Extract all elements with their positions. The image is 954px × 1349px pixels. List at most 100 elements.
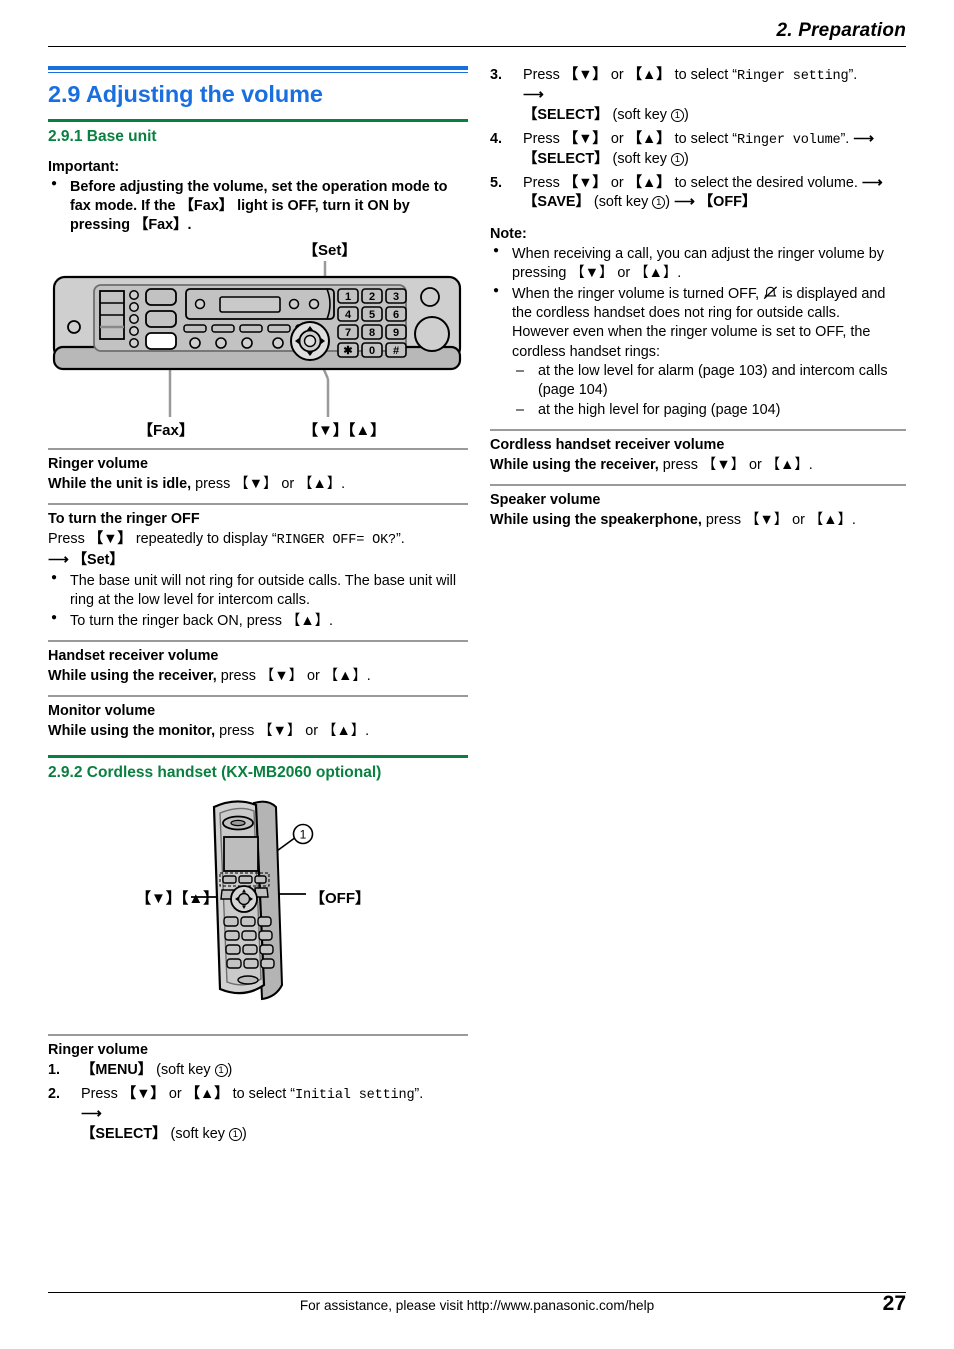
list-item: When receiving a call, you can adjust th… [490, 244, 906, 283]
press-middle: repeatedly to display “ [131, 531, 277, 548]
key-label: 【▼】 [121, 1085, 165, 1102]
arrow-set-line: ⟶ 【Set】 [48, 551, 124, 568]
ringer-off-icon [763, 286, 778, 300]
step-text: to select “ [670, 130, 738, 147]
right-column: Press 【▼】 or 【▲】 to select “Ringer setti… [490, 66, 906, 531]
section-divider [48, 695, 468, 698]
svg-text:8: 8 [369, 327, 375, 339]
key-label: 【▲】 [627, 67, 671, 83]
list-item: at the low level for alarm (page 103) an… [512, 362, 906, 400]
step-text: ”. [840, 130, 854, 147]
step-text: or [606, 130, 628, 147]
right-section-speaker-volume: Speaker volume While using the speakerph… [490, 484, 906, 530]
body-bold-lead: While using the speakerphone, [490, 512, 702, 529]
step-text: or [164, 1085, 186, 1102]
handset-ringer-steps: 【MENU】 (soft key 1) Press 【▼】 or 【▲】 to s… [48, 1061, 468, 1144]
key-label: 【MENU】 [81, 1062, 153, 1079]
section-heading: To turn the ringer OFF [48, 511, 200, 528]
step-text: (soft key [608, 151, 671, 168]
callout-label-off: 【OFF】 [310, 890, 370, 908]
list-item: To turn the ringer back ON, press 【▲】. [48, 611, 468, 631]
handset-ringer-volume-section: Ringer volume 【MENU】 (soft key 1) Press 【… [48, 1034, 468, 1144]
base-unit-figure: 【Set】 【Fax】 【▼】【▲】 1 2 3 4 5 6 7 8 9 ✱ 0… [48, 239, 468, 439]
step-text: ) [683, 107, 689, 124]
base-section-ringer-volume: Ringer volume While the unit is idle, pr… [48, 448, 468, 494]
body-rest: press 【▼】 or 【▲】. [701, 512, 856, 529]
section-divider [48, 1034, 468, 1037]
base-section-monitor-volume: Monitor volume While using the monitor, … [48, 695, 468, 741]
section-title-rule [48, 66, 468, 73]
body-rest: press 【▼】 or 【▲】. [215, 723, 370, 740]
step-text: Press [523, 174, 564, 191]
svg-text:0: 0 [369, 345, 375, 357]
step-text: (soft key [608, 107, 671, 124]
arrow-label: ⟶ [81, 1106, 102, 1123]
step-item: Press 【▼】 or 【▲】 to select the desired v… [490, 174, 906, 213]
page-title: 2.9 Adjusting the volume [48, 81, 323, 107]
base-section-handset-receiver-volume: Handset receiver volume While using the … [48, 640, 468, 686]
base-section-ringer-off: To turn the ringer OFF Press 【▼】 repeate… [48, 503, 468, 631]
svg-text:4: 4 [345, 309, 352, 321]
key-label: ⟶ [674, 194, 699, 211]
step-text: ) [665, 194, 675, 211]
body-rest: press 【▼】 or 【▲】. [216, 668, 371, 685]
important-list: Before adjusting the volume, set the ope… [48, 177, 468, 235]
step-item: 【MENU】 (soft key 1) [48, 1061, 468, 1081]
step-text: Press [523, 67, 564, 83]
note-label: Note: [490, 225, 527, 242]
display-text: RINGER OFF= OK? [276, 533, 397, 549]
key-label: ⟶ [861, 174, 883, 191]
subsection-rule-1 [48, 119, 468, 122]
step-item: Press 【▼】 or 【▲】 to select “Ringer volum… [490, 130, 906, 170]
step-text: ”. [414, 1085, 424, 1102]
note-text-pre: When the ringer volume is turned OFF, [512, 286, 764, 303]
svg-text:7: 7 [345, 327, 351, 339]
section-body: While using the speakerphone, press 【▼】 … [490, 511, 906, 530]
base-ringer-steps-continued: Press 【▼】 or 【▲】 to select “Ringer setti… [490, 66, 906, 213]
page-number: 27 [882, 1292, 906, 1315]
step-item: Press 【▼】 or 【▲】 to select “Ringer setti… [490, 66, 906, 126]
page-footer: For assistance, please visit http://www.… [48, 1292, 906, 1315]
soft-key-number: 1 [670, 109, 684, 123]
key-down: 【▼】 [88, 531, 132, 548]
step-text: or [606, 67, 628, 83]
step-text: to select the desired volume. [670, 174, 862, 191]
key-label: 【SELECT】 [523, 107, 609, 124]
section-divider [490, 429, 906, 432]
key-label: 【▲】 [627, 174, 671, 191]
step-text: ”. [848, 67, 858, 83]
step-text: to select “ [670, 67, 738, 83]
ringer-off-bullets: The base unit will not ring for outside … [48, 571, 468, 631]
key-label: 【SELECT】 [523, 151, 609, 168]
section-divider [48, 503, 468, 506]
step-text: ) [227, 1062, 233, 1079]
note-list: When receiving a call, you can adjust th… [490, 244, 906, 421]
press-suffix: ”. [396, 531, 405, 548]
body-bold-lead: While the unit is idle, [48, 476, 192, 493]
svg-text:9: 9 [393, 327, 399, 339]
arrow-label: ⟶ [523, 87, 544, 104]
callout-label-up-down: 【▼】【▲】 [136, 890, 219, 908]
assistance-text: For assistance, please visit http://www.… [299, 1298, 655, 1313]
note-text-continued: However even when the ringer volume is s… [512, 324, 871, 360]
subsection-rule-2 [48, 755, 468, 759]
key-label: 【SAVE】 [523, 194, 590, 211]
body-rest: press 【▼】 or 【▲】. [191, 476, 346, 493]
chapter-title: 2. Preparation [776, 20, 906, 41]
right-section-cordless-receiver-volume: Cordless handset receiver volume While u… [490, 429, 906, 475]
step-text: Press [81, 1085, 122, 1102]
display-text: Ringer volume [737, 132, 841, 148]
body-bold-lead: While using the monitor, [48, 723, 216, 740]
section-body: While using the receiver, press 【▼】 or 【… [48, 667, 468, 686]
body-bold-lead: While using the receiver, [490, 457, 659, 474]
display-text: Ringer setting [737, 69, 849, 84]
section-heading: Ringer volume [48, 456, 148, 473]
key-label: 【▲】 [185, 1085, 229, 1102]
key-label: 【▼】 [563, 130, 607, 147]
section-divider [48, 448, 468, 451]
list-item: The base unit will not ring for outside … [48, 571, 468, 610]
soft-key-number: 1 [652, 196, 666, 210]
press-prefix: Press [48, 531, 89, 548]
step-text: (soft key [166, 1125, 229, 1142]
base-unit-illustration: 1 2 3 4 5 6 7 8 9 ✱ 0 # [52, 261, 462, 418]
